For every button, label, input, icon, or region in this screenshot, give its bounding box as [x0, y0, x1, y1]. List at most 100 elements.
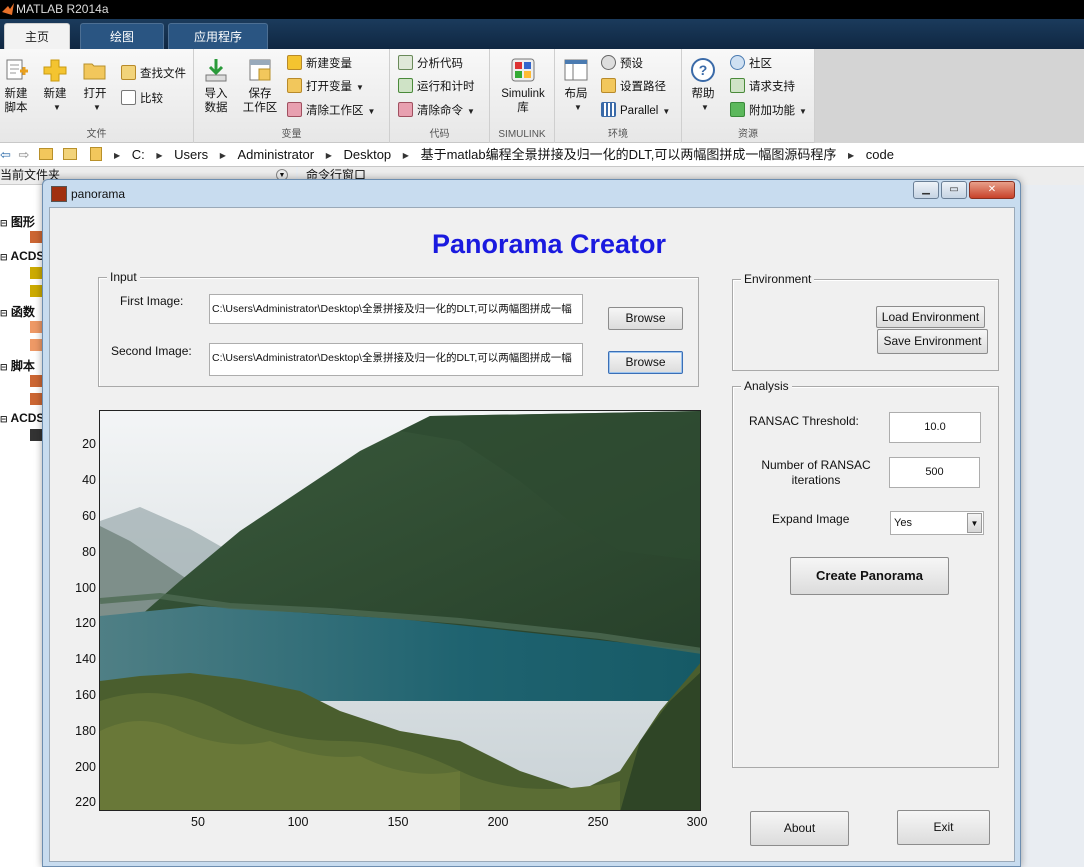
chevron-down-icon[interactable]: ▼ — [967, 513, 982, 533]
import-data-button[interactable]: 导入 数据 — [200, 57, 232, 115]
clear-commands-button[interactable]: 清除命令 ▼ — [398, 101, 475, 121]
add-ons-label: 附加功能 — [749, 105, 795, 117]
y-tick-label: 220 — [75, 795, 96, 809]
save-workspace-button[interactable]: 保存 工作区 — [240, 57, 280, 115]
breadcrumb-desktop[interactable]: Desktop — [343, 143, 391, 167]
breadcrumb-code[interactable]: code — [866, 143, 894, 167]
run-and-time-button[interactable]: 运行和计时 — [398, 77, 475, 97]
create-panorama-button[interactable]: Create Panorama — [790, 557, 949, 595]
tab-home[interactable]: 主页 — [4, 23, 70, 49]
breadcrumb-users[interactable]: Users — [174, 143, 208, 167]
second-image-label: Second Image: — [111, 344, 192, 358]
forward-arrow-icon[interactable]: ⇨ — [19, 143, 30, 167]
section-title-environment: 环境 — [608, 129, 628, 140]
y-tick-label: 60 — [82, 509, 96, 523]
open-variable-button[interactable]: 打开变量 ▼ — [287, 77, 364, 97]
save-workspace-icon — [249, 59, 271, 81]
address-bar: ⇦ ⇨ ▶ C: ▶ Users ▶ Administrator ▶ Deskt… — [0, 143, 1084, 167]
tab-apps[interactable]: 应用程序 — [168, 23, 268, 49]
clear-workspace-button[interactable]: 清除工作区 ▼ — [287, 101, 375, 121]
path-separator-icon: ▶ — [402, 151, 409, 160]
request-support-button[interactable]: 请求支持 — [730, 77, 795, 97]
about-button[interactable]: About — [750, 811, 849, 846]
ribbon-section-variable: 导入 数据 保存 工作区 新建变量 打开变量 ▼ 清除工作区 ▼ 变量 — [194, 49, 390, 143]
simulink-library-icon — [511, 58, 535, 82]
request-support-icon — [730, 78, 745, 93]
new-plus-icon — [43, 59, 67, 82]
breadcrumb-drive[interactable]: C: — [132, 143, 145, 167]
browse-first-button[interactable]: Browse — [608, 307, 683, 330]
add-ons-button[interactable]: 附加功能 ▼ — [730, 101, 807, 121]
compare-button[interactable]: 比较 — [121, 89, 163, 109]
environment-legend: Environment — [741, 272, 815, 286]
preferences-button[interactable]: 预设 — [601, 54, 643, 74]
parallel-button[interactable]: Parallel ▼ — [601, 101, 670, 121]
run-and-time-label: 运行和计时 — [417, 81, 475, 93]
new-label: 新建 — [43, 88, 67, 100]
x-tick-label: 50 — [191, 815, 205, 829]
file-icon — [30, 393, 42, 405]
ribbon-empty-area — [815, 49, 1084, 143]
back-arrow-icon[interactable]: ⇦ — [0, 143, 11, 167]
close-button[interactable]: ✕ — [969, 181, 1015, 199]
y-tick-label: 200 — [75, 760, 96, 774]
first-image-path-field[interactable]: C:\Users\Administrator\Desktop\全景拼接及归一化的… — [209, 294, 583, 324]
help-icon: ? — [691, 58, 715, 82]
new-variable-button[interactable]: 新建变量 — [287, 54, 352, 74]
clear-workspace-icon — [287, 102, 302, 117]
ribbon-tab-strip: 主页 绘图 应用程序 — [0, 19, 1084, 49]
new-variable-label: 新建变量 — [306, 58, 352, 70]
new-script-button[interactable]: 新建 脚本 — [2, 57, 30, 115]
gear-icon — [601, 55, 616, 70]
community-button[interactable]: 社区 — [730, 54, 772, 74]
layout-icon — [564, 59, 588, 81]
breadcrumb-project-folder[interactable]: 基于matlab编程全景拼接及归一化的DLT,可以两幅图拼成一幅图源码程序 — [421, 143, 837, 167]
x-tick-label: 300 — [686, 815, 708, 829]
exit-button[interactable]: Exit — [897, 810, 990, 845]
panorama-image-axes — [99, 410, 701, 811]
maximize-button[interactable]: ▭ — [941, 181, 967, 199]
list-item[interactable]: ⊟ 图形 — [0, 213, 35, 230]
open-button[interactable]: 打开 ▼ — [80, 57, 110, 115]
help-button[interactable]: ? 帮助 ▼ — [688, 57, 718, 115]
x-tick-label: 250 — [587, 815, 609, 829]
tab-plots[interactable]: 绘图 — [80, 23, 164, 49]
svg-text:?: ? — [699, 62, 708, 78]
list-item[interactable]: ⊟ 脚本 — [0, 357, 35, 374]
ribbon-section-resources: ? 帮助 ▼ 社区 请求支持 附加功能 ▼ 资源 — [682, 49, 815, 143]
browse-folder-icon[interactable] — [62, 148, 77, 160]
path-separator-icon: ▶ — [156, 151, 163, 160]
find-files-icon — [121, 65, 136, 80]
browse-second-button[interactable]: Browse — [608, 351, 683, 374]
x-tick-label: 100 — [287, 815, 309, 829]
open-variable-icon — [287, 78, 302, 93]
section-title-code: 代码 — [429, 129, 450, 140]
analyze-code-button[interactable]: 分析代码 — [398, 54, 463, 74]
new-button[interactable]: 新建 ▼ — [40, 57, 70, 115]
save-environment-button[interactable]: Save Environment — [877, 329, 988, 354]
list-item[interactable]: ⊟ ACDS — [0, 411, 44, 425]
breadcrumb-administrator[interactable]: Administrator — [237, 143, 314, 167]
ransac-threshold-label: RANSAC Threshold: — [749, 414, 859, 428]
file-icon — [30, 267, 42, 279]
ransac-threshold-input[interactable]: 10.0 — [889, 412, 981, 443]
set-path-button[interactable]: 设置路径 — [601, 77, 666, 97]
file-icon — [30, 339, 42, 351]
minimize-button[interactable]: ▁ — [913, 181, 939, 199]
open-dropdown-icon: ▼ — [93, 103, 101, 112]
find-files-button[interactable]: 查找文件 — [121, 64, 186, 84]
y-tick-label: 140 — [75, 652, 96, 666]
load-environment-button[interactable]: Load Environment — [876, 306, 985, 328]
add-ons-icon — [730, 102, 745, 117]
current-folder-list: ⊟ 图形 ⊟ ACDS ⊟ 函数 ⊟ 脚本 ⊟ ACDS — [0, 185, 45, 867]
list-item[interactable]: ⊟ 函数 — [0, 303, 35, 320]
layout-button[interactable]: 布局 ▼ — [561, 57, 591, 115]
ransac-iterations-input[interactable]: 500 — [889, 457, 980, 488]
second-image-path-field[interactable]: C:\Users\Administrator\Desktop\全景拼接及归一化的… — [209, 343, 583, 376]
figure-window-icon — [51, 186, 67, 202]
up-folder-icon[interactable] — [39, 148, 54, 160]
app-title: MATLAB R2014a — [16, 2, 109, 16]
analyze-code-icon — [398, 55, 413, 70]
expand-image-select[interactable]: Yes ▼ — [890, 511, 984, 535]
simulink-library-button[interactable]: Simulink 库 — [496, 57, 550, 115]
